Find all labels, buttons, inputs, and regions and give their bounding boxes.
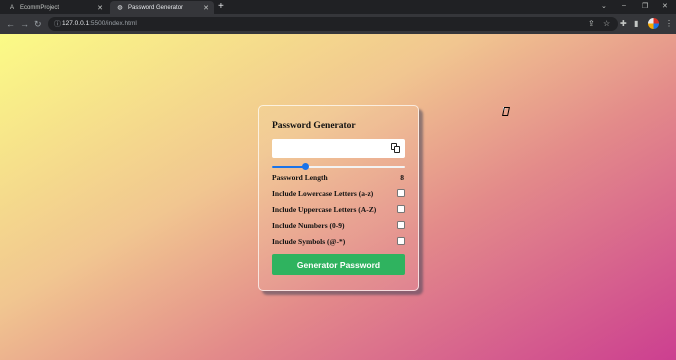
info-icon[interactable]: ⓘ	[54, 19, 61, 29]
extensions-icon[interactable]: ✚	[620, 19, 627, 29]
lowercase-checkbox[interactable]	[397, 189, 405, 197]
menu-icon[interactable]: ⋮	[665, 19, 673, 29]
slider-fill	[272, 166, 306, 168]
password-display	[272, 139, 405, 158]
copy-icon[interactable]	[391, 143, 401, 154]
generate-password-button[interactable]: Generator Password	[272, 254, 405, 275]
option-uppercase-label: Include Uppercase Letters (A-Z)	[272, 205, 377, 214]
mouse-cursor-icon	[503, 107, 506, 114]
bookmark-star-icon[interactable]: ☆	[603, 19, 610, 29]
close-icon[interactable]: ✕	[203, 4, 209, 12]
globe-icon: ◍	[117, 5, 123, 11]
tab-title: Password Generator	[128, 4, 184, 11]
option-lowercase-row: Include Lowercase Letters (a-z)	[272, 189, 405, 201]
option-symbols-label: Include Symbols (@-*)	[272, 237, 346, 246]
option-numbers-label: Include Numbers (0-9)	[272, 221, 345, 230]
tab-title: EcommProject	[20, 4, 60, 11]
url-text: 127.0.0.1:5500/index.html	[62, 20, 137, 27]
window-close-icon[interactable]: ✕	[662, 2, 668, 10]
profile-avatar[interactable]	[648, 18, 659, 29]
option-uppercase-row: Include Uppercase Letters (A-Z)	[272, 205, 405, 217]
password-output[interactable]	[276, 142, 386, 155]
password-generator-card: Password Generator Password Length 8 Inc…	[258, 105, 419, 291]
back-icon[interactable]: ←	[6, 18, 15, 30]
length-slider[interactable]	[272, 163, 405, 170]
numbers-checkbox[interactable]	[397, 221, 405, 229]
slider-thumb[interactable]	[302, 163, 310, 170]
chevron-down-icon[interactable]: ⌄	[601, 2, 607, 10]
symbols-checkbox[interactable]	[397, 237, 405, 245]
url-path: :5500/index.html	[89, 20, 137, 27]
uppercase-checkbox[interactable]	[397, 205, 405, 213]
address-bar[interactable]: ⓘ 127.0.0.1:5500/index.html	[48, 17, 618, 31]
browser-toolbar: ← → ↻ ⓘ 127.0.0.1:5500/index.html ⇪ ☆ ✚ …	[0, 14, 676, 34]
new-tab-button[interactable]: +	[218, 1, 224, 13]
forward-icon[interactable]: →	[20, 18, 29, 30]
option-lowercase-label: Include Lowercase Letters (a-z)	[272, 189, 374, 198]
password-length-label: Password Length	[272, 173, 328, 182]
option-symbols-row: Include Symbols (@-*)	[272, 237, 405, 249]
url-host: 127.0.0.1	[62, 20, 90, 27]
option-numbers-row: Include Numbers (0-9)	[272, 221, 405, 233]
tab-strip: A EcommProject ✕ ◍ Password Generator ✕ …	[0, 0, 676, 14]
side-panel-icon[interactable]: ▮	[634, 19, 638, 29]
tab-favicon: A	[9, 4, 14, 11]
share-icon[interactable]: ⇪	[588, 19, 595, 29]
minimize-icon[interactable]: –	[622, 2, 626, 9]
password-length-value: 8	[400, 173, 404, 182]
close-icon[interactable]: ✕	[97, 4, 103, 12]
tab-password-generator[interactable]: ◍ Password Generator ✕	[110, 1, 214, 14]
reload-icon[interactable]: ↻	[34, 18, 42, 30]
page-viewport: Password Generator Password Length 8 Inc…	[0, 34, 676, 360]
card-title: Password Generator	[272, 121, 356, 131]
tab-ecommproject[interactable]: A EcommProject ✕	[2, 1, 108, 14]
maximize-icon[interactable]: ❐	[642, 2, 648, 10]
password-length-row: Password Length 8	[272, 173, 405, 185]
